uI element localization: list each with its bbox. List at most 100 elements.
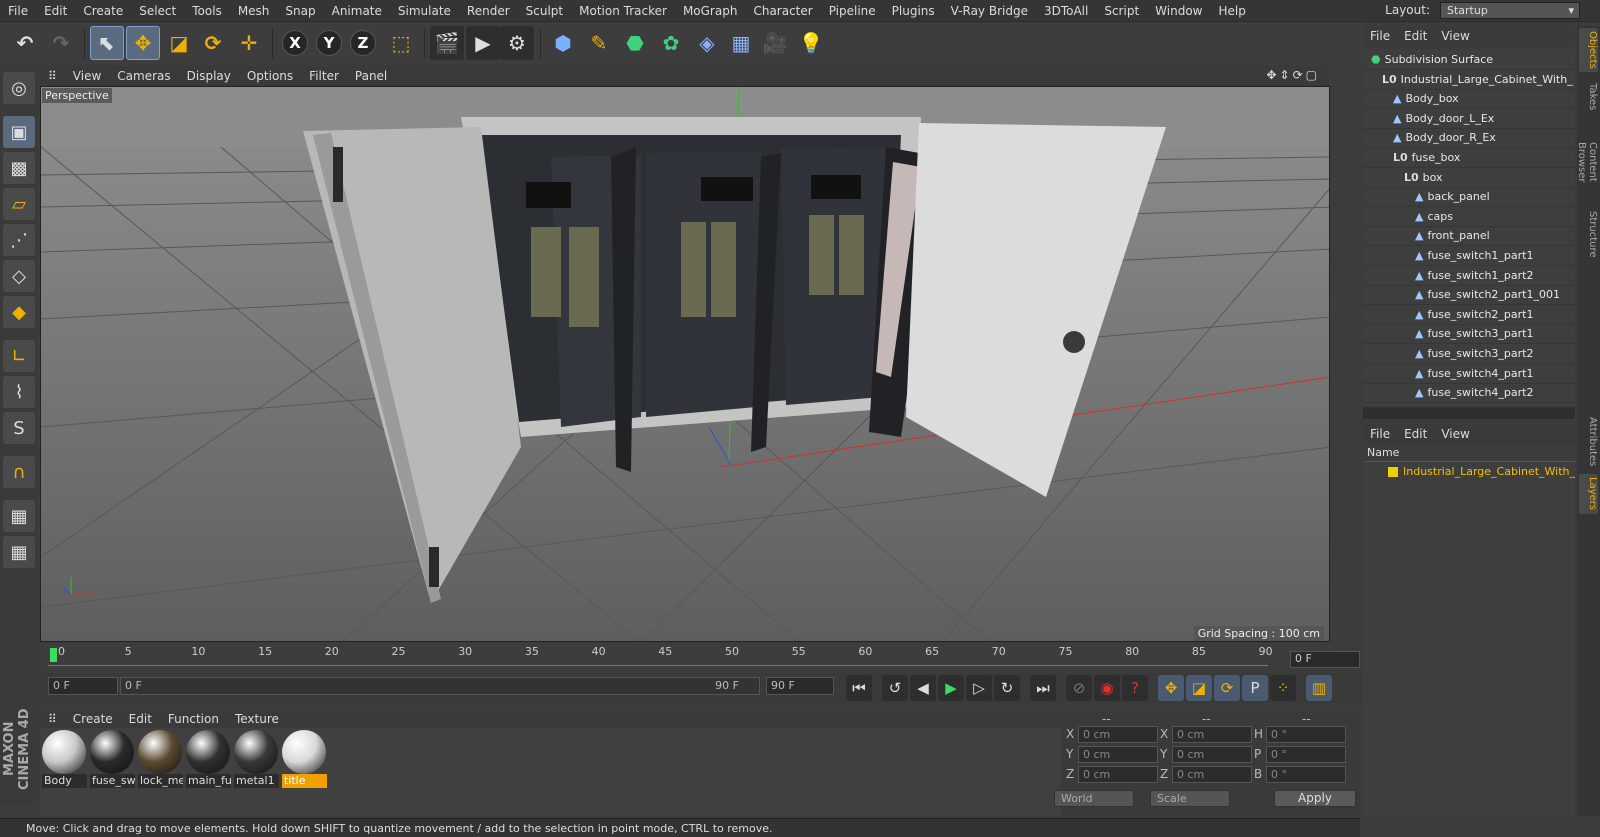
z-axis-lock-icon[interactable]: Z xyxy=(350,30,376,56)
menu-item-character[interactable]: Character xyxy=(745,4,820,18)
object-row[interactable]: ▲ caps xyxy=(1363,207,1575,227)
cube-object-icon[interactable]: ⬢ xyxy=(546,26,580,60)
points-mode-icon[interactable]: ⋰ xyxy=(3,224,35,256)
object-row[interactable]: ▲ fuse_switch2_part1 xyxy=(1363,305,1575,325)
layer-menu-file[interactable]: File xyxy=(1363,427,1397,441)
object-row[interactable]: ▲ front_panel xyxy=(1363,226,1575,247)
side-tab-layers[interactable]: Layers xyxy=(1579,474,1598,514)
deformer-icon[interactable]: ◈ xyxy=(690,26,724,60)
menu-item-v-ray-bridge[interactable]: V-Ray Bridge xyxy=(943,4,1036,18)
menu-item-mograph[interactable]: MoGraph xyxy=(675,4,746,18)
menu-item-edit[interactable]: Edit xyxy=(36,4,75,18)
menu-item-create[interactable]: Create xyxy=(75,4,131,18)
menu-item-help[interactable]: Help xyxy=(1210,4,1253,18)
object-row[interactable]: ▲ fuse_switch3_part2 xyxy=(1363,344,1575,364)
object-row[interactable]: ▲ fuse_switch4_part1 xyxy=(1363,364,1575,384)
menu-item-motion-tracker[interactable]: Motion Tracker xyxy=(571,4,675,18)
object-manager-scrollbar[interactable] xyxy=(1363,407,1575,419)
material-swatch[interactable]: title xyxy=(282,730,327,788)
menu-item-select[interactable]: Select xyxy=(131,4,184,18)
go-to-end-icon[interactable]: ⏭ xyxy=(1030,675,1056,701)
select-tool-icon[interactable]: ⬉ xyxy=(90,26,124,60)
coord-field[interactable]: 0 cm xyxy=(1172,726,1252,743)
coord-field[interactable]: 0 cm xyxy=(1078,726,1158,743)
prev-frame-icon[interactable]: ◀ xyxy=(910,675,936,701)
rotate-tool-icon[interactable]: ⟳ xyxy=(196,26,230,60)
next-frame-icon[interactable]: ▷ xyxy=(966,675,992,701)
keyframe-selection-icon[interactable]: ? xyxy=(1122,675,1148,701)
object-row[interactable]: ▲ Body_door_L_Ex xyxy=(1363,109,1575,129)
object-menu-file[interactable]: File xyxy=(1363,29,1397,43)
snap-icon[interactable]: ∩ xyxy=(3,456,35,488)
menu-item-window[interactable]: Window xyxy=(1147,4,1210,18)
render-settings-icon[interactable]: ⚙ xyxy=(500,26,534,60)
subdivision-surface-icon[interactable]: ⬣ xyxy=(618,26,652,60)
workplane-icon[interactable]: ▱ xyxy=(3,188,35,220)
timeline-window-icon[interactable]: ▥ xyxy=(1306,675,1332,701)
render-view-icon[interactable]: 🎬 xyxy=(430,26,464,60)
layer-menu-edit[interactable]: Edit xyxy=(1397,427,1434,441)
material-menu-edit[interactable]: Edit xyxy=(121,712,160,726)
menu-item-animate[interactable]: Animate xyxy=(324,4,390,18)
current-frame-field[interactable]: 0 F xyxy=(1290,651,1360,668)
floor-icon[interactable]: ▦ xyxy=(724,26,758,60)
object-row[interactable]: ▲ fuse_switch4_part2 xyxy=(1363,383,1575,404)
texture-mode-icon[interactable]: ▩ xyxy=(3,152,35,184)
playhead[interactable] xyxy=(50,648,57,662)
object-row[interactable]: ▲ Body_box xyxy=(1363,89,1575,110)
menu-item-render[interactable]: Render xyxy=(459,4,518,18)
key-parameter-icon[interactable]: P xyxy=(1242,675,1268,701)
pen-spline-icon[interactable]: ✎ xyxy=(582,26,616,60)
render-picture-viewer-icon[interactable]: ▶ xyxy=(466,26,500,60)
coord-size-dropdown[interactable]: Scale xyxy=(1150,790,1230,807)
coord-field[interactable]: 0 cm xyxy=(1172,746,1252,763)
tweak-mode-icon[interactable]: ⌇ xyxy=(3,376,35,408)
apply-button[interactable]: Apply xyxy=(1274,790,1356,807)
key-rotation-icon[interactable]: ⟳ xyxy=(1214,675,1240,701)
side-tab-objects[interactable]: Objects xyxy=(1579,28,1598,72)
menu-item-simulate[interactable]: Simulate xyxy=(390,4,459,18)
key-scale-icon[interactable]: ◪ xyxy=(1186,675,1212,701)
key-pla-icon[interactable]: ⁘ xyxy=(1270,675,1296,701)
material-swatch[interactable]: fuse_sw xyxy=(90,730,135,788)
material-swatch[interactable]: lock_me xyxy=(138,730,183,788)
side-tab-structure[interactable]: Structure xyxy=(1579,208,1598,258)
menu-item-mesh[interactable]: Mesh xyxy=(230,4,278,18)
planar-workplane-icon[interactable]: ▦ xyxy=(3,536,35,568)
side-tab-content-browser[interactable]: Content Browser xyxy=(1576,121,1598,203)
side-tab-attributes[interactable]: Attributes xyxy=(1579,414,1598,466)
object-row[interactable]: L0 fuse_box xyxy=(1363,148,1575,168)
polygons-mode-icon[interactable]: ◆ xyxy=(3,296,35,328)
go-to-start-icon[interactable]: ⏮ xyxy=(846,675,872,701)
layer-row[interactable]: Industrial_Large_Cabinet_With_El xyxy=(1363,463,1575,481)
object-row[interactable]: ▲ back_panel xyxy=(1363,187,1575,208)
viewport-nav-icons[interactable]: ✥⇕⟳▢ xyxy=(1266,68,1320,82)
viewport-menu-filter[interactable]: Filter xyxy=(301,69,347,83)
play-icon[interactable]: ▶ xyxy=(938,675,964,701)
cloner-icon[interactable]: ✿ xyxy=(654,26,688,60)
object-row[interactable]: ▲ fuse_switch1_part2 xyxy=(1363,266,1575,286)
move-tool-icon[interactable]: ✥ xyxy=(126,26,160,60)
object-menu-view[interactable]: View xyxy=(1434,29,1476,43)
object-row[interactable]: ▲ fuse_switch3_part1 xyxy=(1363,324,1575,345)
menu-item-tools[interactable]: Tools xyxy=(184,4,230,18)
menu-item-script[interactable]: Script xyxy=(1096,4,1147,18)
camera-icon[interactable]: 🎥 xyxy=(758,26,792,60)
coord-field[interactable]: 0 cm xyxy=(1078,746,1158,763)
range-slider[interactable]: 0 F 90 F xyxy=(120,677,760,695)
side-tab-takes[interactable]: Takes xyxy=(1579,78,1598,116)
object-row[interactable]: ▲ Body_door_R_Ex xyxy=(1363,128,1575,149)
menu-item-3dtoall[interactable]: 3DToAll xyxy=(1036,4,1096,18)
material-menu-function[interactable]: Function xyxy=(160,712,227,726)
viewport-menu-cameras[interactable]: Cameras xyxy=(109,69,178,83)
coord-space-dropdown[interactable]: World xyxy=(1054,790,1134,807)
material-menu-texture[interactable]: Texture xyxy=(227,712,287,726)
object-row[interactable]: ▲ fuse_switch2_part1_001 xyxy=(1363,285,1575,306)
coord-field[interactable]: 0 ° xyxy=(1266,746,1346,763)
material-swatch[interactable]: metal1 xyxy=(234,730,279,788)
menu-item-sculpt[interactable]: Sculpt xyxy=(518,4,571,18)
coord-field[interactable]: 0 ° xyxy=(1266,726,1346,743)
viewport-menu-display[interactable]: Display xyxy=(179,69,239,83)
object-row[interactable]: ▲ fuse_switch1_part1 xyxy=(1363,246,1575,266)
coord-field[interactable]: 0 cm xyxy=(1172,766,1252,783)
